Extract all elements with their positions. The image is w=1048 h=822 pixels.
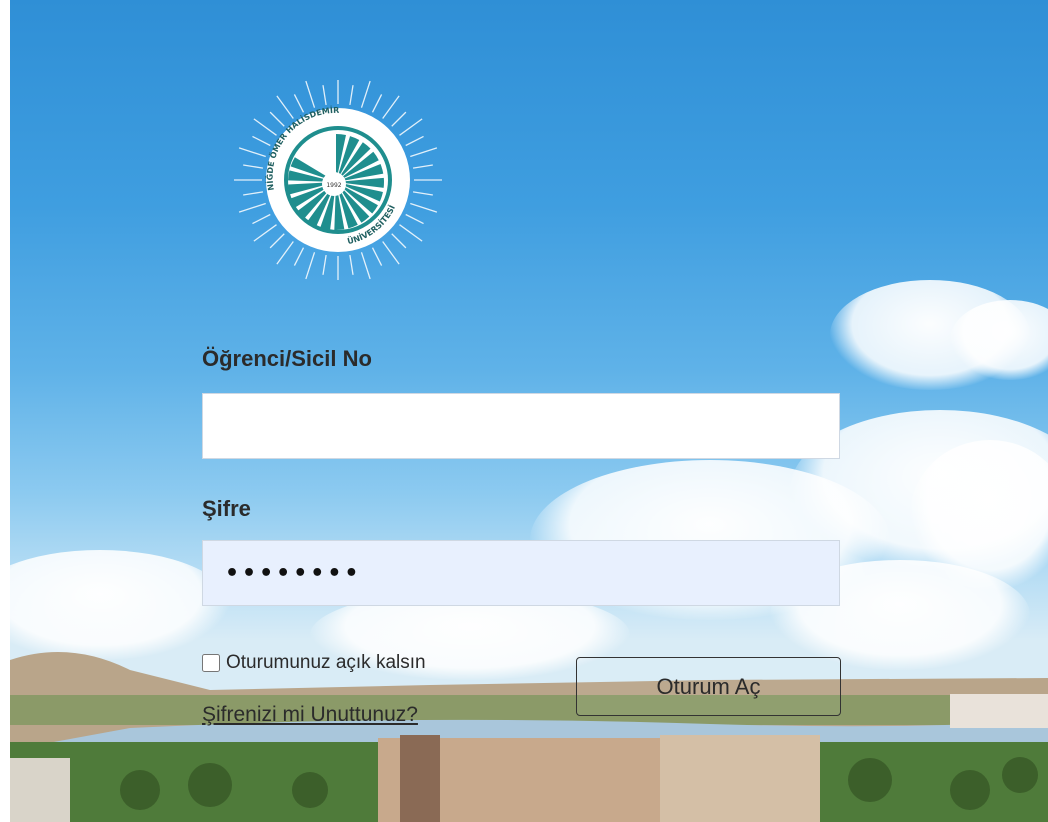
- remember-me[interactable]: Oturumunuz açık kalsın: [202, 652, 426, 674]
- forgot-password-link[interactable]: Şifrenizi mi Unuttunuz?: [202, 703, 418, 727]
- username-input[interactable]: [202, 393, 840, 459]
- login-button[interactable]: Oturum Aç: [576, 657, 841, 716]
- password-label: Şifre: [202, 496, 251, 521]
- username-label: Öğrenci/Sicil No: [202, 346, 372, 371]
- password-input[interactable]: ••••••••: [202, 540, 840, 606]
- campus-landscape: [10, 652, 1048, 822]
- remember-checkbox[interactable]: [202, 654, 220, 672]
- password-value: ••••••••: [225, 560, 362, 586]
- university-logo: 1992 NİĞDE ÖMER HALİSDEMİR ÜNİVERSİTESİ: [234, 80, 442, 280]
- logo-year: 1992: [326, 182, 341, 189]
- remember-label: Oturumunuz açık kalsın: [226, 652, 426, 673]
